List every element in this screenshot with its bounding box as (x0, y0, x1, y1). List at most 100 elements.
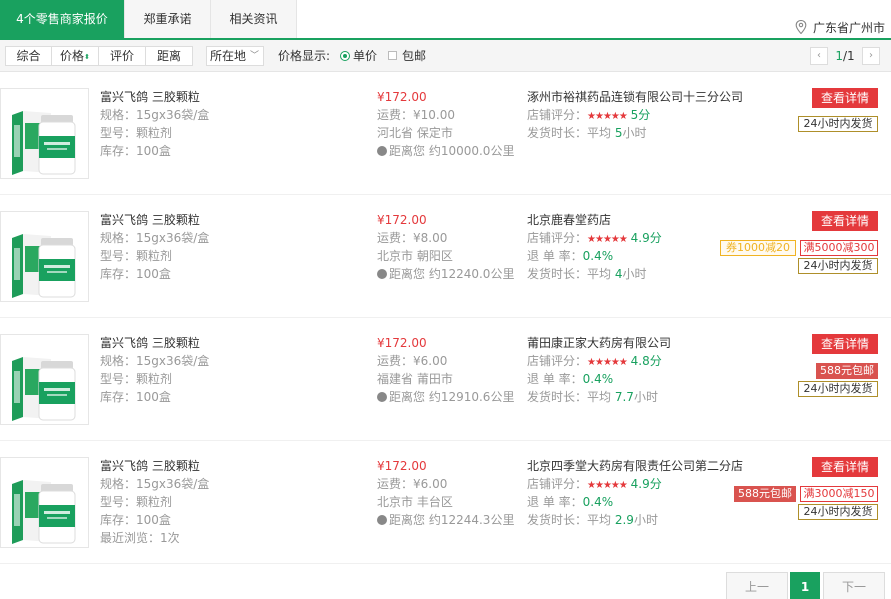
product-name[interactable]: 富兴飞鸽 三胶颗粒 (100, 334, 200, 352)
product-stock: 库存：100盒 (100, 267, 171, 281)
product-spec: 规格：15gx36袋/盒 (100, 354, 210, 368)
return-rate: 退 单 率：0.4% (527, 247, 613, 265)
product-stock: 库存：100盒 (100, 513, 171, 527)
store-name[interactable]: 北京鹿春堂药店 (527, 211, 611, 229)
view-details-button[interactable]: 查看详情 (812, 211, 878, 231)
rating-value: 4.8分 (630, 354, 662, 368)
ship-pre: 平均 (587, 513, 612, 527)
return-value: 0.4% (582, 495, 614, 509)
sort-composite-button[interactable]: 综合 (5, 46, 52, 66)
product-stock: 库存：100盒 (100, 390, 171, 404)
navigation-icon (377, 269, 387, 279)
product-name[interactable]: 富兴飞鸽 三胶颗粒 (100, 457, 200, 475)
ship-value: 4 (614, 267, 623, 281)
product-type: 型号：颗粒剂 (100, 495, 173, 509)
rating-value: 4.9分 (630, 477, 662, 491)
store-name[interactable]: 北京四季堂大药房有限责任公司第二分店 (527, 457, 743, 475)
store-name[interactable]: 莆田康正家大药房有限公司 (527, 334, 671, 352)
freight: 运费：¥6.00 (377, 477, 448, 491)
product-name[interactable]: 富兴飞鸽 三胶颗粒 (100, 211, 200, 229)
store-rating: 店铺评分：★★★★★ 5分 (527, 106, 650, 126)
store-rating: 店铺评分：★★★★★ 4.9分 (527, 475, 662, 495)
page-indicator: 1/1 (830, 47, 860, 65)
ship-time: 发货时长：平均 2.9小时 (527, 511, 658, 529)
page-next-icon[interactable]: › (862, 47, 880, 65)
prev-page-button[interactable]: 上一 (726, 572, 788, 599)
unit-price-radio[interactable] (340, 51, 350, 61)
view-details-button[interactable]: 查看详情 (812, 88, 878, 108)
tab-commitment[interactable]: 郑重承诺 (125, 0, 211, 38)
return-label: 退 单 率： (527, 249, 583, 263)
location-text: 广东省广州市 (812, 21, 885, 35)
sort-rating-button[interactable]: 评价 (98, 46, 146, 66)
sort-price-button[interactable]: 价格⬍ (51, 46, 99, 66)
ship-time: 发货时长：平均 7.7小时 (527, 388, 658, 406)
product-name[interactable]: 富兴飞鸽 三胶颗粒 (100, 88, 200, 106)
tab-bar: 4个零售商家报价 郑重承诺 相关资讯 广东省广州市 (0, 0, 891, 40)
filter-bar: 综合 价格⬍ 评价 距离 所在地 ﹀ 价格显示: 单价 包邮 ‹ 1/1 › (0, 40, 891, 72)
list-item: 富兴飞鸽 三胶颗粒 规格：15gx36袋/盒 型号：颗粒剂 库存：100盒 ¥172.0… (0, 195, 891, 318)
price: ¥172.00 (377, 90, 427, 104)
distance: 距离您 约12244.3公里 (377, 511, 514, 529)
promo-tag: 588元包邮 (816, 363, 878, 379)
region-select[interactable]: 所在地 ﹀ (206, 46, 264, 66)
product-image[interactable] (0, 211, 89, 302)
return-label: 退 单 率： (527, 495, 583, 509)
location-selector[interactable]: 广东省广州市 (795, 18, 885, 38)
page-prev-icon[interactable]: ‹ (810, 47, 828, 65)
price: ¥172.00 (377, 213, 427, 227)
list-item: 富兴飞鸽 三胶颗粒 规格：15gx36袋/盒 型号：颗粒剂 库存：100盒 最近浏览：1… (0, 441, 891, 564)
tab-related-news[interactable]: 相关资讯 (211, 0, 297, 38)
free-shipping-checkbox[interactable] (388, 51, 397, 60)
ship-pre: 平均 (587, 126, 612, 140)
distance-text: 距离您 约12244.3公里 (389, 513, 515, 527)
ship-pre: 平均 (587, 267, 612, 281)
page-indicator-current: 1 (835, 49, 843, 63)
origin: 北京市 丰台区 (377, 495, 453, 509)
ship-label: 发货时长： (527, 267, 588, 281)
rating-label: 店铺评分： (527, 231, 588, 245)
ship-label: 发货时长： (527, 126, 588, 140)
product-image[interactable] (0, 88, 89, 179)
view-details-button[interactable]: 查看详情 (812, 334, 878, 354)
current-page-button[interactable]: 1 (790, 572, 820, 599)
star-rating-icon: ★★★★★ (587, 234, 628, 245)
product-spec: 规格：15gx36袋/盒 (100, 477, 210, 491)
star-rating-icon: ★★★★★ (587, 357, 628, 368)
product-spec: 规格：15gx36袋/盒 (100, 108, 210, 122)
tab-retail-quotes[interactable]: 4个零售商家报价 (0, 0, 125, 38)
ship-24h-tag: 24小时内发货 (798, 504, 878, 520)
distance-text: 距离您 约12910.6公里 (389, 390, 515, 404)
chevron-down-icon: ﹀ (249, 51, 259, 61)
navigation-icon (377, 515, 387, 525)
origin: 北京市 朝阳区 (377, 249, 453, 263)
rating-label: 店铺评分： (527, 477, 588, 491)
page-indicator-total: 1 (847, 49, 855, 63)
price: ¥172.00 (377, 459, 427, 473)
star-rating-icon: ★★★★★ (587, 480, 628, 491)
ship-unit: 小时 (622, 267, 647, 281)
promo-tag: 满3000减150 (800, 486, 878, 502)
sort-arrows-icon: ⬍ (84, 53, 90, 61)
sort-distance-button[interactable]: 距离 (145, 46, 193, 66)
ship-label: 发货时长： (527, 513, 588, 527)
ship-value: 2.9 (614, 513, 634, 527)
navigation-icon (377, 146, 387, 156)
distance: 距离您 约12910.6公里 (377, 388, 514, 406)
product-image[interactable] (0, 334, 89, 425)
ship-unit: 小时 (622, 126, 647, 140)
promo-tag: 券1000减20 (720, 240, 796, 256)
return-value: 0.4% (582, 372, 614, 386)
store-name[interactable]: 涿州市裕祺药品连锁有限公司十三分公司 (527, 88, 743, 106)
unit-price-label: 单价 (353, 49, 378, 63)
ship-value: 5 (614, 126, 623, 140)
store-rating: 店铺评分：★★★★★ 4.9分 (527, 229, 662, 249)
sort-price-label: 价格 (60, 49, 85, 63)
view-details-button[interactable]: 查看详情 (812, 457, 878, 477)
next-page-button[interactable]: 下一 (823, 572, 885, 599)
product-type: 型号：颗粒剂 (100, 126, 173, 140)
region-select-value: 所在地 (210, 49, 247, 63)
product-image[interactable] (0, 457, 89, 548)
star-rating-icon: ★★★★★ (587, 111, 628, 122)
ship-time: 发货时长：平均 5小时 (527, 124, 647, 142)
